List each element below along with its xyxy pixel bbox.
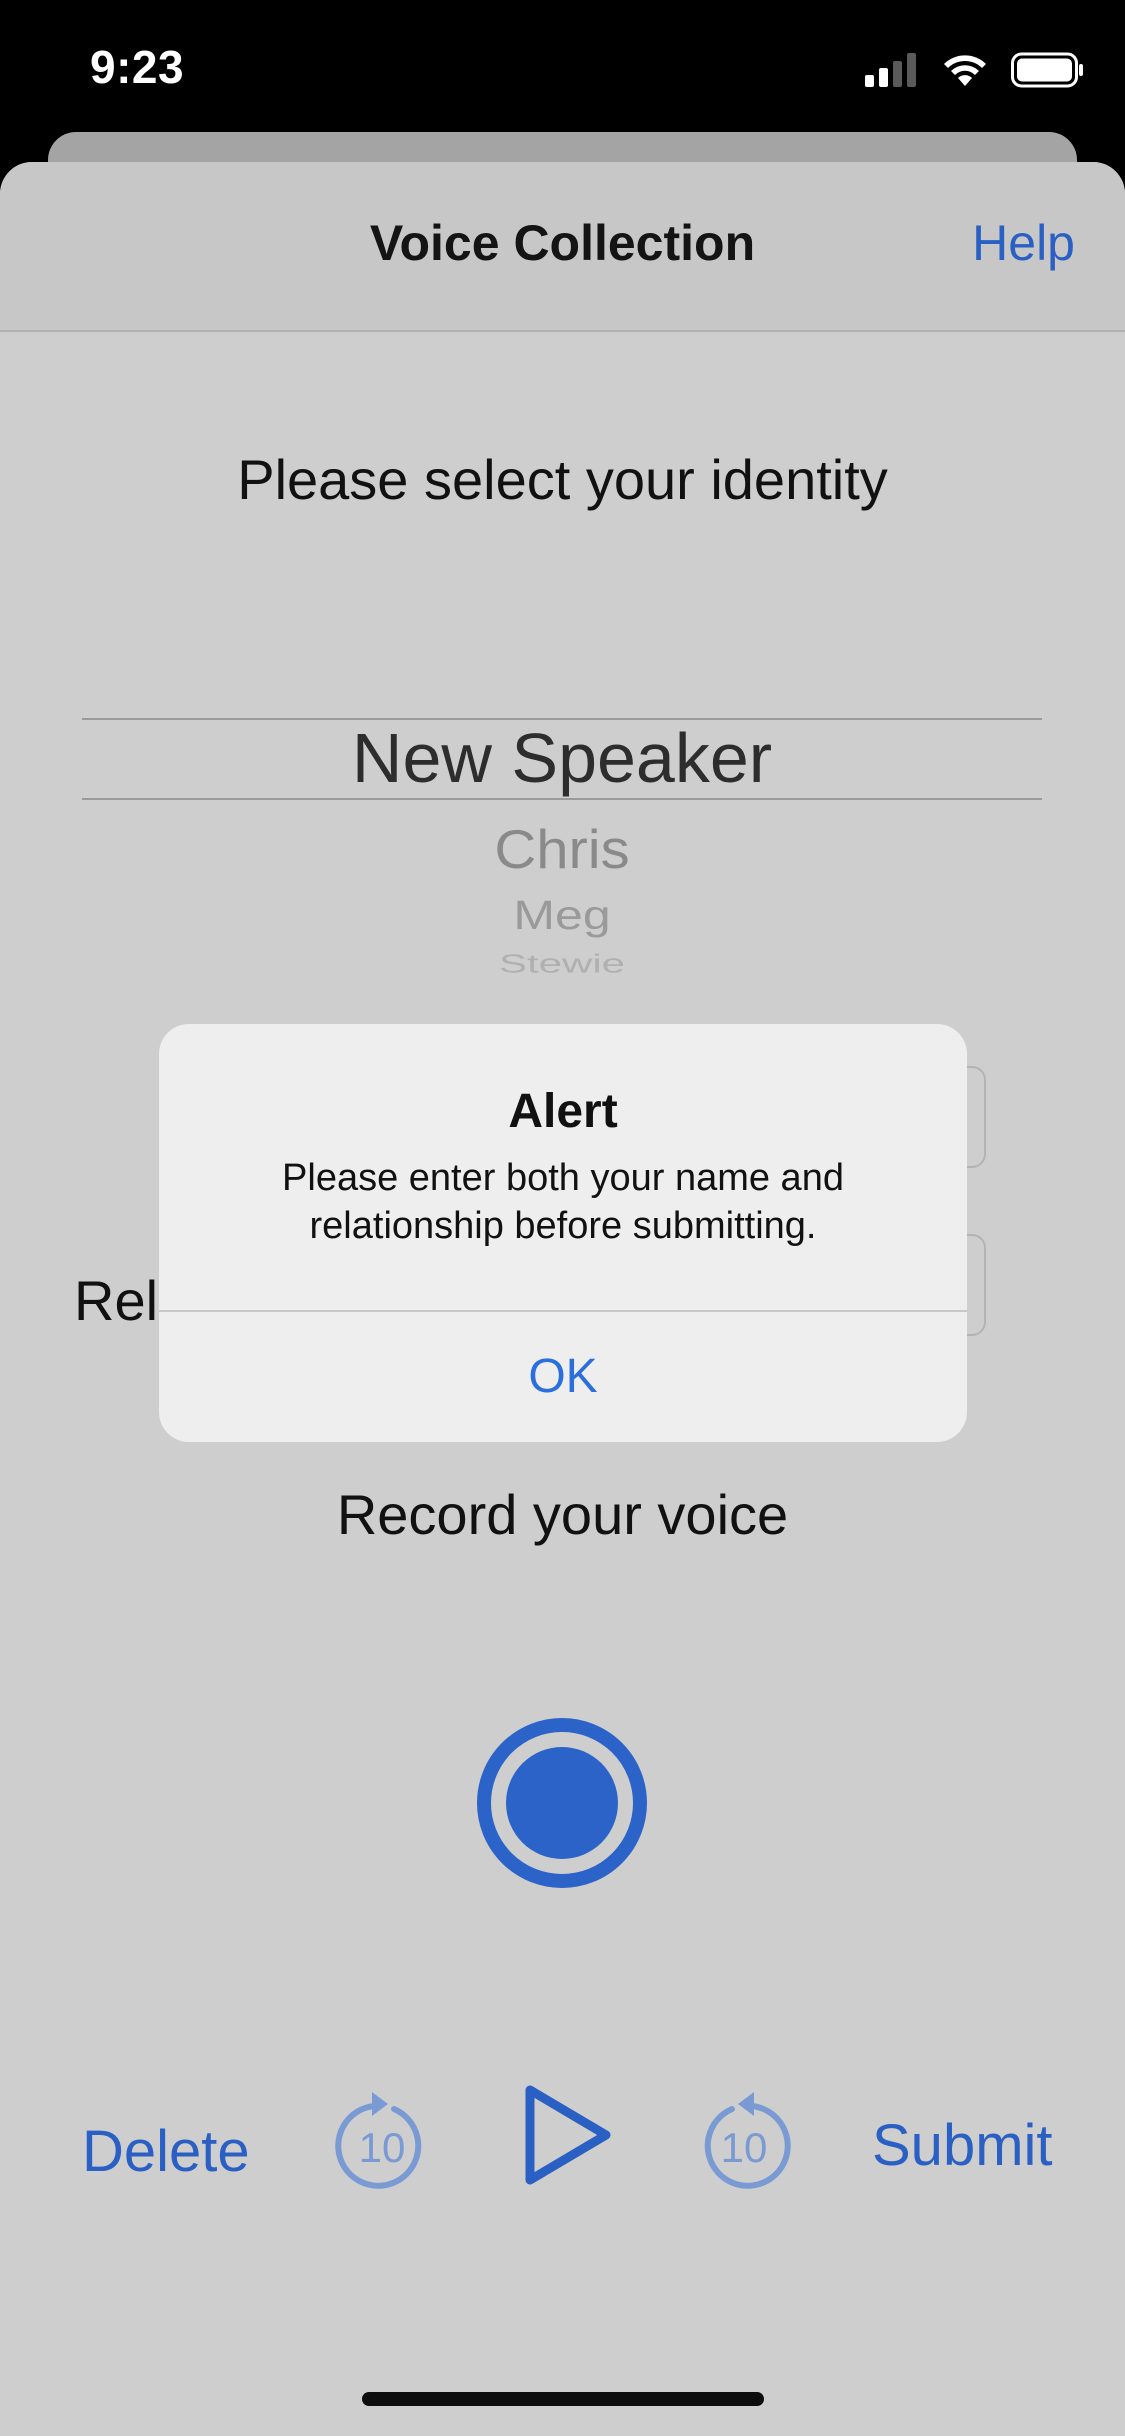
delete-button[interactable]: Delete — [82, 2118, 250, 2185]
skip-back-10-icon[interactable]: 10 — [334, 2080, 430, 2190]
submit-button[interactable]: Submit — [872, 2112, 1053, 2179]
picker-item[interactable]: Chris — [82, 818, 1042, 881]
navigation-bar: Voice Collection Help — [0, 162, 1125, 332]
picker-item[interactable]: Meg — [82, 891, 1042, 939]
picker-selection-bottom-line — [82, 798, 1042, 800]
alert-message: Please enter both your name and relation… — [282, 1157, 844, 1247]
alert-title: Alert — [508, 1085, 618, 1138]
record-voice-label: Record your voice — [336, 1483, 789, 1546]
picker-item-selected[interactable]: New Speaker — [82, 718, 1042, 798]
status-time: 9:23 — [90, 41, 185, 93]
skip-forward-10-icon[interactable]: 10 — [696, 2080, 792, 2190]
identity-prompt: Please select your identity — [237, 448, 888, 511]
alert-dialog: Alert Please enter both your name and re… — [159, 1024, 967, 1442]
status-icons — [865, 50, 1085, 90]
cellular-signal-icon — [865, 53, 916, 87]
alert-ok-button[interactable]: OK — [159, 1312, 967, 1442]
record-icon[interactable] — [476, 1717, 648, 1889]
picker-item[interactable]: Stewie — [82, 949, 1042, 979]
wifi-icon — [944, 55, 986, 86]
relationship-label: Rel — [74, 1269, 159, 1332]
status-bar: 9:23 — [0, 0, 1125, 130]
identity-picker[interactable]: New Speaker Chris Meg Stewie — [82, 718, 1042, 1008]
svg-text:10: 10 — [359, 2124, 406, 2171]
play-icon[interactable] — [520, 2080, 616, 2190]
svg-text:10: 10 — [721, 2124, 768, 2171]
battery-icon — [1011, 52, 1083, 88]
page-title: Voice Collection — [369, 215, 756, 271]
home-indicator — [362, 2392, 764, 2406]
help-button[interactable]: Help — [972, 214, 1075, 272]
playback-controls: Delete 10 10 Submit — [0, 2062, 1125, 2212]
